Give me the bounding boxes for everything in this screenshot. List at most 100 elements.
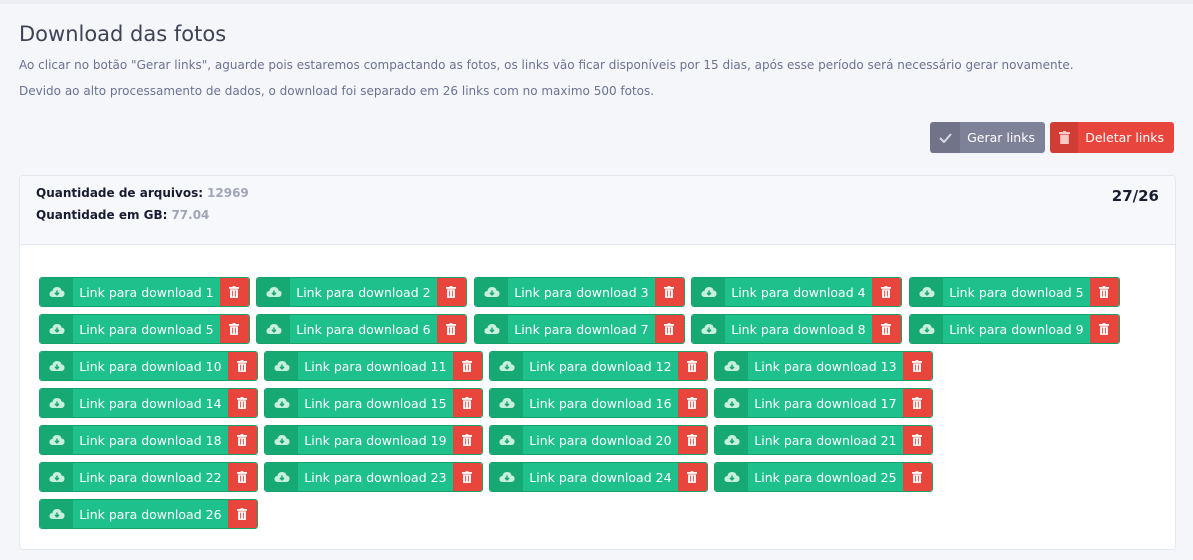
trash-icon[interactable] bbox=[902, 352, 932, 380]
download-link-label[interactable]: Link para download 16 bbox=[523, 389, 678, 417]
download-link-button[interactable]: Link para download 9 bbox=[909, 314, 1120, 344]
download-link-button[interactable]: Link para download 1 bbox=[39, 277, 250, 307]
download-link-button[interactable]: Link para download 5 bbox=[39, 314, 250, 344]
download-link-button[interactable]: Link para download 26 bbox=[39, 499, 258, 529]
trash-icon[interactable] bbox=[902, 426, 932, 454]
trash-icon[interactable] bbox=[654, 278, 684, 306]
download-link-button[interactable]: Link para download 19 bbox=[264, 425, 483, 455]
download-link-button[interactable]: Link para download 2 bbox=[256, 277, 467, 307]
cloud-download-icon[interactable] bbox=[490, 352, 524, 380]
download-link-label[interactable]: Link para download 17 bbox=[748, 389, 903, 417]
trash-icon[interactable] bbox=[871, 278, 901, 306]
download-link-button[interactable]: Link para download 21 bbox=[714, 425, 933, 455]
trash-icon[interactable] bbox=[227, 352, 257, 380]
download-link-label[interactable]: Link para download 13 bbox=[748, 352, 903, 380]
cloud-download-icon[interactable] bbox=[40, 389, 74, 417]
cloud-download-icon[interactable] bbox=[692, 278, 726, 306]
download-link-label[interactable]: Link para download 18 bbox=[73, 426, 228, 454]
cloud-download-icon[interactable] bbox=[40, 315, 74, 343]
cloud-download-icon[interactable] bbox=[265, 463, 299, 491]
cloud-download-icon[interactable] bbox=[715, 352, 749, 380]
download-link-label[interactable]: Link para download 11 bbox=[298, 352, 453, 380]
trash-icon[interactable] bbox=[452, 463, 482, 491]
trash-icon[interactable] bbox=[677, 463, 707, 491]
download-link-label[interactable]: Link para download 6 bbox=[290, 315, 437, 343]
download-link-label[interactable]: Link para download 10 bbox=[73, 352, 228, 380]
trash-icon[interactable] bbox=[219, 278, 249, 306]
cloud-download-icon[interactable] bbox=[40, 278, 74, 306]
download-link-button[interactable]: Link para download 10 bbox=[39, 351, 258, 381]
trash-icon[interactable] bbox=[1089, 315, 1119, 343]
download-link-label[interactable]: Link para download 20 bbox=[523, 426, 678, 454]
download-link-button[interactable]: Link para download 24 bbox=[489, 462, 708, 492]
download-link-label[interactable]: Link para download 22 bbox=[73, 463, 228, 491]
trash-icon[interactable] bbox=[219, 315, 249, 343]
download-link-label[interactable]: Link para download 15 bbox=[298, 389, 453, 417]
download-link-button[interactable]: Link para download 7 bbox=[474, 314, 685, 344]
download-link-label[interactable]: Link para download 19 bbox=[298, 426, 453, 454]
download-link-label[interactable]: Link para download 1 bbox=[73, 278, 220, 306]
trash-icon[interactable] bbox=[871, 315, 901, 343]
trash-icon[interactable] bbox=[227, 426, 257, 454]
cloud-download-icon[interactable] bbox=[265, 352, 299, 380]
download-link-button[interactable]: Link para download 8 bbox=[691, 314, 902, 344]
cloud-download-icon[interactable] bbox=[910, 315, 944, 343]
cloud-download-icon[interactable] bbox=[692, 315, 726, 343]
trash-icon[interactable] bbox=[677, 389, 707, 417]
cloud-download-icon[interactable] bbox=[40, 463, 74, 491]
download-link-button[interactable]: Link para download 5 bbox=[909, 277, 1120, 307]
trash-icon[interactable] bbox=[227, 389, 257, 417]
download-link-label[interactable]: Link para download 2 bbox=[290, 278, 437, 306]
download-link-label[interactable]: Link para download 24 bbox=[523, 463, 678, 491]
download-link-label[interactable]: Link para download 5 bbox=[943, 278, 1090, 306]
download-link-label[interactable]: Link para download 12 bbox=[523, 352, 678, 380]
cloud-download-icon[interactable] bbox=[490, 426, 524, 454]
download-link-button[interactable]: Link para download 13 bbox=[714, 351, 933, 381]
download-link-label[interactable]: Link para download 21 bbox=[748, 426, 903, 454]
download-link-label[interactable]: Link para download 8 bbox=[725, 315, 872, 343]
cloud-download-icon[interactable] bbox=[490, 389, 524, 417]
cloud-download-icon[interactable] bbox=[715, 463, 749, 491]
delete-links-button[interactable]: Deletar links bbox=[1050, 122, 1174, 153]
download-link-label[interactable]: Link para download 14 bbox=[73, 389, 228, 417]
cloud-download-icon[interactable] bbox=[715, 426, 749, 454]
trash-icon[interactable] bbox=[452, 426, 482, 454]
generate-links-button[interactable]: Gerar links bbox=[930, 122, 1045, 153]
download-link-button[interactable]: Link para download 3 bbox=[474, 277, 685, 307]
download-link-button[interactable]: Link para download 23 bbox=[264, 462, 483, 492]
cloud-download-icon[interactable] bbox=[257, 315, 291, 343]
download-link-button[interactable]: Link para download 25 bbox=[714, 462, 933, 492]
download-link-button[interactable]: Link para download 12 bbox=[489, 351, 708, 381]
cloud-download-icon[interactable] bbox=[265, 426, 299, 454]
cloud-download-icon[interactable] bbox=[265, 389, 299, 417]
trash-icon[interactable] bbox=[452, 389, 482, 417]
download-link-label[interactable]: Link para download 9 bbox=[943, 315, 1090, 343]
download-link-label[interactable]: Link para download 26 bbox=[73, 500, 228, 528]
download-link-button[interactable]: Link para download 16 bbox=[489, 388, 708, 418]
download-link-button[interactable]: Link para download 4 bbox=[691, 277, 902, 307]
download-link-button[interactable]: Link para download 15 bbox=[264, 388, 483, 418]
download-link-label[interactable]: Link para download 23 bbox=[298, 463, 453, 491]
trash-icon[interactable] bbox=[227, 500, 257, 528]
trash-icon[interactable] bbox=[902, 463, 932, 491]
cloud-download-icon[interactable] bbox=[257, 278, 291, 306]
cloud-download-icon[interactable] bbox=[475, 278, 509, 306]
download-link-label[interactable]: Link para download 7 bbox=[508, 315, 655, 343]
trash-icon[interactable] bbox=[436, 278, 466, 306]
download-link-button[interactable]: Link para download 22 bbox=[39, 462, 258, 492]
cloud-download-icon[interactable] bbox=[40, 500, 74, 528]
download-link-label[interactable]: Link para download 4 bbox=[725, 278, 872, 306]
download-link-button[interactable]: Link para download 17 bbox=[714, 388, 933, 418]
trash-icon[interactable] bbox=[902, 389, 932, 417]
download-link-button[interactable]: Link para download 11 bbox=[264, 351, 483, 381]
trash-icon[interactable] bbox=[436, 315, 466, 343]
cloud-download-icon[interactable] bbox=[40, 352, 74, 380]
download-link-button[interactable]: Link para download 6 bbox=[256, 314, 467, 344]
cloud-download-icon[interactable] bbox=[715, 389, 749, 417]
download-link-label[interactable]: Link para download 3 bbox=[508, 278, 655, 306]
trash-icon[interactable] bbox=[677, 352, 707, 380]
download-link-button[interactable]: Link para download 14 bbox=[39, 388, 258, 418]
cloud-download-icon[interactable] bbox=[910, 278, 944, 306]
download-link-button[interactable]: Link para download 18 bbox=[39, 425, 258, 455]
download-link-button[interactable]: Link para download 20 bbox=[489, 425, 708, 455]
